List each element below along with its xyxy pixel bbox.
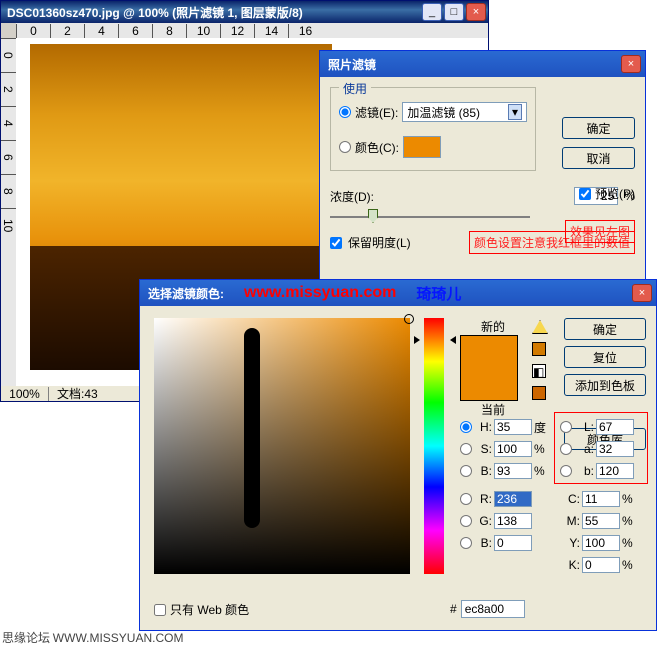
filter-radio[interactable] bbox=[339, 106, 351, 118]
slider-thumb[interactable] bbox=[368, 209, 378, 223]
websafe-swatch[interactable] bbox=[532, 386, 546, 400]
web-colors-label: 只有 Web 颜色 bbox=[170, 601, 249, 618]
filter-close-button[interactable]: × bbox=[621, 55, 641, 73]
color-radio[interactable] bbox=[339, 141, 351, 153]
ruler-horizontal: 0246810121416 bbox=[16, 23, 488, 38]
use-fieldset: 使用 滤镜(E): 加温滤镜 (85) ▾ 颜色(C): bbox=[330, 87, 536, 171]
picker-title-bar[interactable]: 选择滤镜颜色: www.missyuan.com 琦琦儿 × bbox=[140, 280, 656, 306]
picker-title: 选择滤镜颜色: www.missyuan.com 琦琦儿 bbox=[140, 283, 632, 304]
hex-label: # bbox=[450, 602, 457, 616]
zoom-level[interactable]: 100% bbox=[1, 387, 49, 401]
preserve-luminosity-checkbox[interactable] bbox=[330, 237, 342, 249]
current-color-swatch[interactable] bbox=[461, 368, 517, 400]
maximize-button[interactable]: □ bbox=[444, 3, 464, 21]
picker-ok-button[interactable]: 确定 bbox=[564, 318, 646, 340]
watermark-name: 琦琦儿 bbox=[416, 283, 461, 304]
add-to-swatches-button[interactable]: 添加到色板 bbox=[564, 374, 646, 396]
doc-title-bar[interactable]: DSC01360sz470.jpg @ 100% (照片滤镜 1, 图层蒙版/8… bbox=[1, 1, 488, 23]
m-input[interactable] bbox=[582, 513, 620, 529]
a-input[interactable] bbox=[596, 441, 634, 457]
gamut-warning-icon[interactable] bbox=[532, 320, 548, 334]
gamut-swatch[interactable] bbox=[532, 342, 546, 356]
color-value-fields: H:度 S:% B:% R: G: B: L: a: b: C:% M:% Y:… bbox=[460, 416, 645, 576]
c-input[interactable] bbox=[582, 491, 620, 507]
h-input[interactable] bbox=[494, 419, 532, 435]
websafe-warning-icon[interactable]: ◧ bbox=[532, 364, 546, 378]
watermark-url: www.missyuan.com bbox=[244, 284, 396, 302]
picker-close-button[interactable]: × bbox=[632, 284, 652, 302]
doc-title: DSC01360sz470.jpg @ 100% (照片滤镜 1, 图层蒙版/8… bbox=[3, 4, 422, 21]
brush-overlay bbox=[244, 328, 260, 528]
color-preview: 新的 当前 bbox=[460, 318, 526, 418]
g-radio[interactable] bbox=[460, 515, 472, 527]
preview-label: 预览(P) bbox=[595, 185, 635, 202]
color-swatch[interactable] bbox=[403, 136, 441, 158]
preserve-luminosity-label: 保留明度(L) bbox=[348, 234, 411, 251]
l-input[interactable] bbox=[596, 419, 634, 435]
h-radio[interactable] bbox=[460, 421, 472, 433]
new-label: 新的 bbox=[460, 318, 526, 335]
k-input[interactable] bbox=[582, 557, 620, 573]
cancel-button[interactable]: 取消 bbox=[562, 147, 635, 169]
lab-b-radio[interactable] bbox=[560, 465, 572, 477]
hex-input[interactable] bbox=[461, 600, 525, 618]
page-credit: 思缘论坛 WWW.MISSYUAN.COM bbox=[2, 629, 183, 646]
density-label: 浓度(D): bbox=[330, 188, 374, 205]
preview-checkbox[interactable] bbox=[579, 188, 591, 200]
effect-note: 效果见左图 bbox=[565, 220, 635, 243]
s-input[interactable] bbox=[494, 441, 532, 457]
s-radio[interactable] bbox=[460, 443, 472, 455]
picker-reset-button[interactable]: 复位 bbox=[564, 346, 646, 368]
color-field[interactable] bbox=[154, 318, 410, 574]
r-input[interactable] bbox=[494, 491, 532, 507]
new-color-swatch[interactable] bbox=[461, 336, 517, 368]
color-radio-label: 颜色(C): bbox=[355, 139, 399, 156]
close-button[interactable]: × bbox=[466, 3, 486, 21]
color-field-cursor[interactable] bbox=[404, 314, 414, 324]
minimize-button[interactable]: _ bbox=[422, 3, 442, 21]
a-radio[interactable] bbox=[560, 443, 572, 455]
filter-radio-label: 滤镜(E): bbox=[355, 104, 398, 121]
b-radio[interactable] bbox=[460, 465, 472, 477]
filter-title: 照片滤镜 bbox=[320, 56, 621, 73]
brightness-input[interactable] bbox=[494, 463, 532, 479]
y-input[interactable] bbox=[582, 535, 620, 551]
ruler-vertical: 0246810 bbox=[1, 38, 16, 386]
doc-info: 文档:43 bbox=[49, 385, 98, 402]
blue-input[interactable] bbox=[494, 535, 532, 551]
bv-radio[interactable] bbox=[460, 537, 472, 549]
filter-select-value: 加温滤镜 (85) bbox=[407, 104, 480, 121]
filter-select[interactable]: 加温滤镜 (85) ▾ bbox=[402, 102, 527, 122]
ok-button[interactable]: 确定 bbox=[562, 117, 635, 139]
web-colors-checkbox[interactable] bbox=[154, 604, 166, 616]
filter-title-bar[interactable]: 照片滤镜 × bbox=[320, 51, 645, 77]
g-input[interactable] bbox=[494, 513, 532, 529]
l-radio[interactable] bbox=[560, 421, 572, 433]
lab-b-input[interactable] bbox=[596, 463, 634, 479]
color-picker-dialog: 选择滤镜颜色: www.missyuan.com 琦琦儿 × 新的 当前 ◧ 确… bbox=[139, 279, 657, 631]
use-legend: 使用 bbox=[339, 80, 371, 97]
r-radio[interactable] bbox=[460, 493, 472, 505]
chevron-down-icon: ▾ bbox=[508, 104, 522, 120]
density-slider[interactable] bbox=[330, 209, 530, 225]
